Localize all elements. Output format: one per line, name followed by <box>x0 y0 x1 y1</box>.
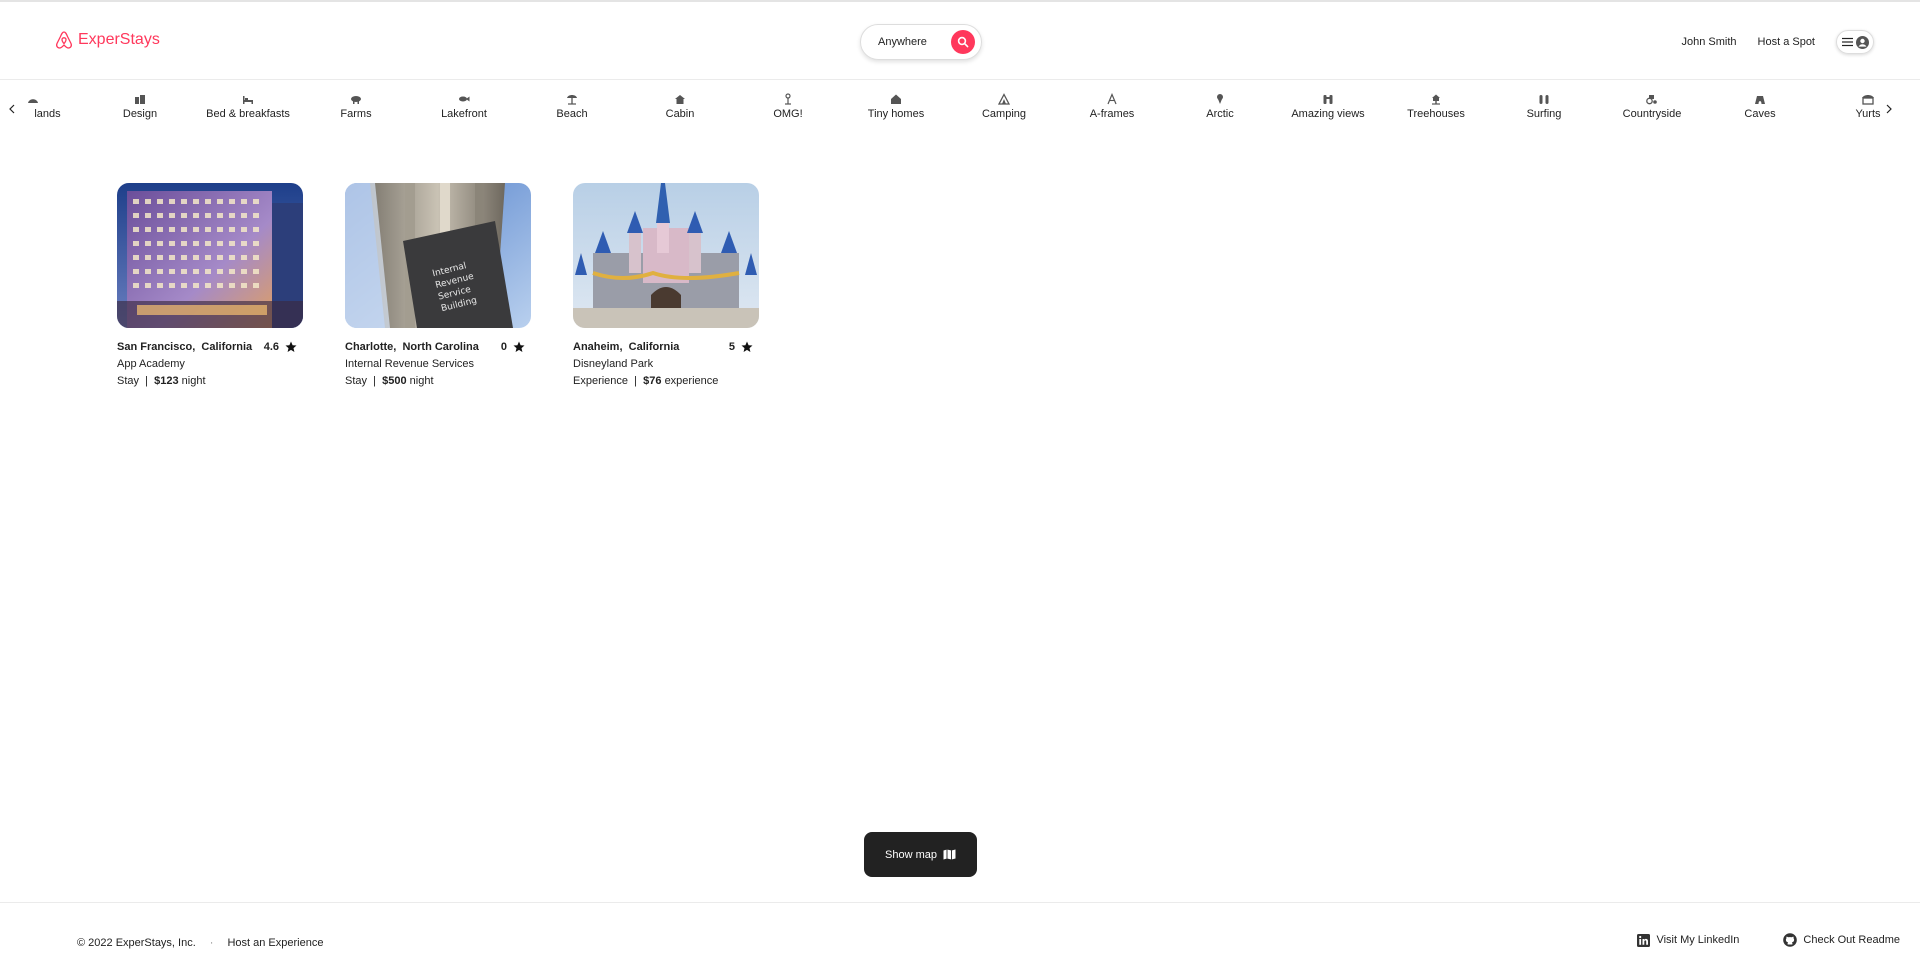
show-map-button[interactable]: Show map <box>864 832 977 877</box>
listing-name: Internal Revenue Services <box>345 358 475 370</box>
listing-card[interactable]: Internal Revenue Service Building Charlo… <box>345 183 531 387</box>
listing-image[interactable]: Internal Revenue Service Building <box>345 183 531 328</box>
star-icon <box>513 341 525 352</box>
category-bar: lands Design Bed & breakfasts Farms Lake… <box>0 81 1920 137</box>
tiny-home-icon <box>891 94 901 104</box>
listing-location: Charlotte, North Carolina <box>345 341 479 353</box>
listing-name: App Academy <box>117 358 185 370</box>
tent-icon <box>998 93 1010 105</box>
category-surfing[interactable]: Surfing <box>1490 93 1598 120</box>
category-amazing-views[interactable]: Amazing views <box>1274 93 1382 120</box>
footer: © 2022 ExperStays, Inc. · Host an Experi… <box>0 902 1920 968</box>
tractor-icon <box>1646 95 1657 105</box>
listing-location: Anaheim, California <box>573 341 680 353</box>
category-a-frames[interactable]: A-frames <box>1058 93 1166 120</box>
listing-header: Charlotte, North Carolina 0 <box>345 341 531 353</box>
city-building-photo <box>117 183 303 328</box>
listing-price-line: Stay | $500 night <box>345 375 434 387</box>
listing-header: Anaheim, California 5 <box>573 341 759 353</box>
ice-cream-icon <box>1217 94 1223 104</box>
user-name-link[interactable]: John Smith <box>1681 36 1736 48</box>
design-icon <box>135 95 145 104</box>
umbrella-icon <box>567 95 577 105</box>
search-icon <box>957 36 969 48</box>
linkedin-link[interactable]: Visit My LinkedIn <box>1637 933 1740 947</box>
logo[interactable]: ExperStays <box>54 30 160 50</box>
listing-rating: 5 <box>729 341 753 353</box>
search-button[interactable] <box>951 30 975 54</box>
footer-right: Visit My LinkedIn Check Out Readme <box>1637 933 1900 947</box>
category-treehouses[interactable]: Treehouses <box>1382 93 1490 120</box>
yurt-icon <box>1862 95 1874 105</box>
show-map-label: Show map <box>885 848 937 861</box>
category-arctic[interactable]: Arctic <box>1166 93 1274 120</box>
listing-image[interactable] <box>573 183 759 328</box>
readme-link[interactable]: Check Out Readme <box>1783 933 1900 947</box>
listing-name: Disneyland Park <box>573 358 654 370</box>
bed-icon <box>243 96 253 104</box>
logo-text: ExperStays <box>78 31 160 48</box>
listing-card[interactable]: Anaheim, California 5 Disneyland Park Ex… <box>573 183 759 387</box>
category-cabin[interactable]: Cabin <box>626 93 734 120</box>
footer-separator: · <box>209 937 214 949</box>
user-menu-button[interactable] <box>1836 30 1874 54</box>
castle-photo <box>573 183 759 328</box>
listing-price-line: Stay | $123 night <box>117 375 206 387</box>
footer-left: © 2022 ExperStays, Inc. · Host an Experi… <box>77 937 323 949</box>
category-caves[interactable]: Caves <box>1706 93 1814 120</box>
copyright-text: © 2022 ExperStays, Inc. <box>77 937 196 949</box>
category-farms[interactable]: Farms <box>302 93 410 120</box>
star-icon <box>285 341 297 352</box>
island-icon <box>28 99 38 103</box>
irs-building-photo: Internal Revenue Service Building <box>345 183 531 328</box>
category-bed-breakfasts[interactable]: Bed & breakfasts <box>194 93 302 120</box>
cave-icon <box>1755 96 1765 104</box>
listing-price-line: Experience | $76 experience <box>573 375 719 387</box>
surfing-icon <box>1539 95 1549 104</box>
listing-image[interactable] <box>117 183 303 328</box>
avatar-icon <box>1855 35 1869 49</box>
category-omg[interactable]: OMG! <box>734 93 842 120</box>
header: ExperStays Anywhere John Smith Host a Sp… <box>0 2 1920 80</box>
listing-header: San Francisco, California 4.6 <box>117 341 303 353</box>
listing-rating: 4.6 <box>264 341 297 353</box>
omg-icon <box>785 93 791 105</box>
chevron-right-icon <box>1886 104 1892 114</box>
map-icon <box>943 849 956 860</box>
fish-icon <box>459 96 470 102</box>
listing-card[interactable]: San Francisco, California 4.6 App Academ… <box>117 183 303 387</box>
category-beach[interactable]: Beach <box>518 93 626 120</box>
category-yurts[interactable]: Yurts <box>1814 93 1920 120</box>
chevron-left-icon <box>9 104 15 114</box>
listing-location: San Francisco, California <box>117 341 253 353</box>
cabin-icon <box>675 95 685 104</box>
github-icon <box>1783 933 1798 947</box>
search-label: Anywhere <box>878 36 927 48</box>
category-design[interactable]: Design <box>86 93 194 120</box>
category-countryside[interactable]: Countryside <box>1598 93 1706 120</box>
category-lakefront[interactable]: Lakefront <box>410 93 518 120</box>
header-nav: John Smith Host a Spot <box>1681 24 1874 60</box>
linkedin-icon <box>1637 933 1651 947</box>
hamburger-icon <box>1841 37 1853 47</box>
a-frame-icon <box>1107 93 1117 105</box>
farm-icon <box>351 96 361 104</box>
category-scroll-right[interactable] <box>1885 103 1893 117</box>
linkedin-label: Visit My LinkedIn <box>1656 934 1740 946</box>
star-icon <box>741 341 753 352</box>
readme-label: Check Out Readme <box>1803 934 1900 946</box>
category-tiny-homes[interactable]: Tiny homes <box>842 93 950 120</box>
logo-icon <box>56 31 72 49</box>
category-scroll-left[interactable] <box>8 103 16 117</box>
listing-rating: 0 <box>501 341 525 353</box>
treehouse-icon <box>1432 94 1440 105</box>
category-camping[interactable]: Camping <box>950 93 1058 120</box>
host-a-spot-link[interactable]: Host a Spot <box>1758 36 1815 48</box>
search-bar[interactable]: Anywhere <box>860 24 982 60</box>
host-experience-link[interactable]: Host an Experience <box>227 937 323 949</box>
binoculars-icon <box>1323 95 1333 104</box>
